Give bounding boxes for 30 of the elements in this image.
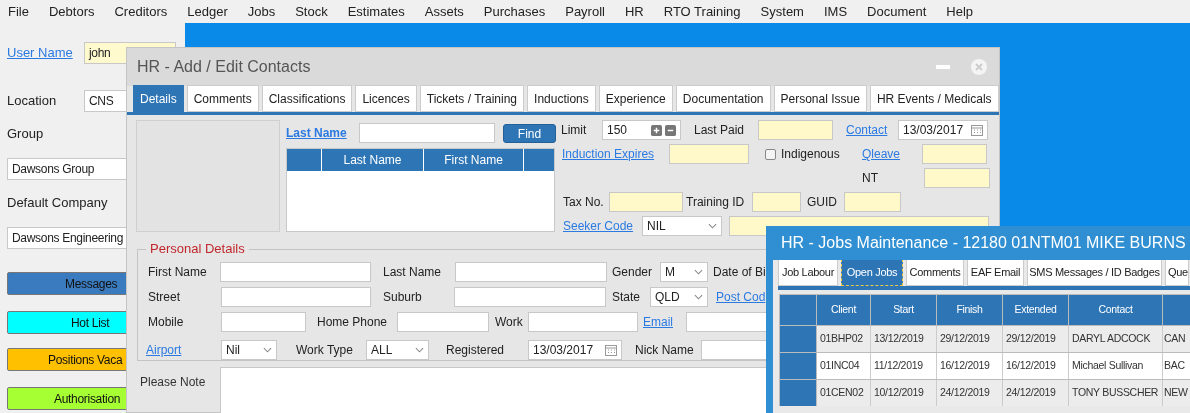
window-title: HR - Add / Edit Contacts — [137, 57, 312, 77]
field-label: Group — [7, 126, 45, 142]
field-label: Last Paid — [694, 122, 746, 139]
table-cell: TONY BUSSCHER — [1069, 380, 1163, 406]
table-cell: 24/12/2019 — [1003, 380, 1069, 406]
field-label: State — [612, 289, 642, 306]
table-cell: 01CEN02 — [817, 380, 871, 406]
field-label: GUID — [807, 194, 838, 211]
field-label: Tax No. — [563, 194, 605, 211]
column-header: First Name — [424, 149, 524, 171]
field-label: Home Phone — [317, 314, 389, 331]
field-label: Limit — [561, 122, 588, 139]
field-label: Registered — [446, 342, 506, 359]
field-label: Work — [495, 314, 524, 331]
window-title: HR - Jobs Maintenance - 12180 01NTM01 MIKE BURNS — [780, 233, 1187, 253]
table-cell: 24/12/2019 — [937, 380, 1003, 406]
field-label: Last Name — [383, 264, 443, 281]
field-label: Nick Name — [635, 342, 695, 359]
checkbox-label: Indigenous — [781, 146, 840, 163]
field-label: Location — [7, 92, 58, 111]
field-label: Date of Bi — [713, 264, 766, 281]
field-label: Training ID — [686, 194, 746, 211]
field-label: Suburb — [383, 289, 423, 306]
field-label: Gender — [612, 264, 654, 281]
table-cell: 10/12/2019 — [871, 380, 937, 406]
table-cell: NEW — [1163, 380, 1190, 406]
column-header: Last Name — [322, 149, 424, 171]
field-label: Default Company — [7, 195, 109, 211]
field-label: NT — [862, 170, 879, 187]
field-label: Work Type — [296, 342, 354, 359]
